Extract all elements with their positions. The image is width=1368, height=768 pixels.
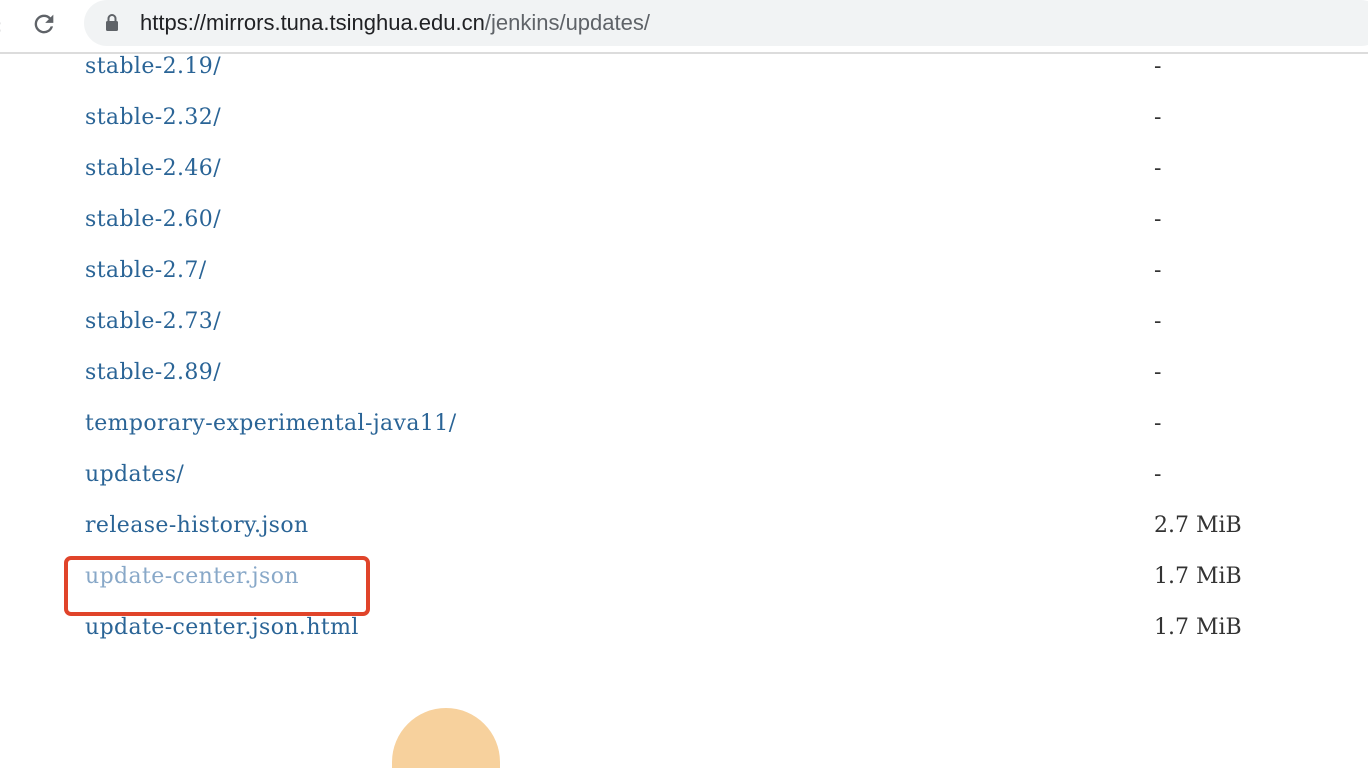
table-row: stable-2.73/ - — [0, 309, 1368, 360]
browser-toolbar: ‹ https://mirrors.tuna.tsinghua.edu.cn/j… — [0, 0, 1368, 54]
file-size: - — [1154, 411, 1162, 436]
file-size: - — [1154, 54, 1162, 79]
table-row: stable-2.60/ - — [0, 207, 1368, 258]
file-size: - — [1154, 462, 1162, 487]
file-size: 1.7 MiB — [1154, 564, 1242, 589]
table-row: stable-2.7/ - — [0, 258, 1368, 309]
url-text[interactable]: https://mirrors.tuna.tsinghua.edu.cn/jen… — [140, 10, 650, 38]
file-size: - — [1154, 258, 1162, 283]
table-row: stable-2.19/ - — [0, 54, 1368, 105]
url-path: /jenkins/updates/ — [484, 10, 650, 35]
file-size: - — [1154, 207, 1162, 232]
file-size: - — [1154, 309, 1162, 334]
file-link[interactable]: updates/ — [85, 462, 184, 513]
overlay-logo-fragment — [392, 708, 500, 768]
annotation-highlight-box — [64, 556, 370, 616]
file-link[interactable]: stable-2.7/ — [85, 258, 207, 309]
file-link[interactable]: temporary-experimental-java11/ — [85, 411, 457, 462]
table-row: updates/ - — [0, 462, 1368, 513]
file-link[interactable]: stable-2.46/ — [85, 156, 221, 207]
file-link[interactable]: stable-2.60/ — [85, 207, 221, 258]
table-row: temporary-experimental-java11/ - — [0, 411, 1368, 462]
table-row: stable-2.46/ - — [0, 156, 1368, 207]
file-size: 2.7 MiB — [1154, 513, 1242, 538]
file-link[interactable]: update-center.json.html — [85, 615, 359, 666]
file-link[interactable]: stable-2.19/ — [85, 54, 221, 105]
url-host: https://mirrors.tuna.tsinghua.edu.cn — [140, 10, 485, 35]
file-link[interactable]: stable-2.73/ — [85, 309, 221, 360]
file-link[interactable]: stable-2.89/ — [85, 360, 221, 411]
back-arrow-icon[interactable]: ‹ — [0, 14, 4, 38]
table-row: update-center.json.html 1.7 MiB — [0, 615, 1368, 666]
reload-icon[interactable] — [30, 10, 58, 38]
file-size: - — [1154, 360, 1162, 385]
lock-icon[interactable] — [104, 13, 120, 33]
file-size: - — [1154, 105, 1162, 130]
table-row: stable-2.89/ - — [0, 360, 1368, 411]
file-size: 1.7 MiB — [1154, 615, 1242, 640]
file-size: - — [1154, 156, 1162, 181]
file-link[interactable]: stable-2.32/ — [85, 105, 221, 156]
table-row: stable-2.32/ - — [0, 105, 1368, 156]
